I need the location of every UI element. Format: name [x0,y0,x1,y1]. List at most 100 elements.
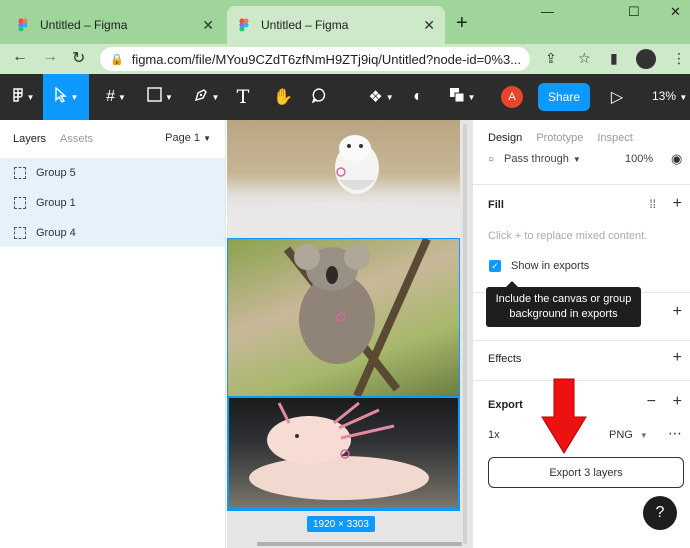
koala-photo-frame[interactable] [227,239,460,396]
red-arrow-annotation-icon [541,378,587,454]
layer-row[interactable]: Group 1 [0,188,225,218]
checkbox-checked-icon[interactable]: ✓ [489,260,501,272]
mask-button[interactable]: ◐ [405,74,431,120]
opacity-value[interactable]: 100% [625,153,653,165]
layer-name: Group 5 [36,167,76,179]
comment-tool-button[interactable] [305,74,333,120]
main-menu-button[interactable]: ▼ [4,74,42,120]
chevron-down-icon: ▼ [165,92,173,102]
chevron-down-icon: ▼ [639,431,648,440]
address-bar-row: ← → ↻ 🔒 figma.com/file/MYou9CZdT6zfNmH9Z… [0,44,690,74]
close-window-icon[interactable]: ✕ [670,4,681,20]
export-format-dropdown[interactable]: PNG ▼ [609,429,648,441]
tab-assets[interactable]: Assets [60,133,93,145]
tab-design[interactable]: Design [488,132,522,144]
browser-tab-2[interactable]: Untitled – Figma ✕ [227,6,445,44]
effects-title: Effects [488,353,522,365]
layers-panel: Layers Assets Page 1 ▼ Group 5 Group 1 G… [0,120,226,548]
tab-close-icon[interactable]: ✕ [202,17,214,34]
back-icon[interactable]: ← [12,48,28,66]
layer-row[interactable]: Group 5 [0,158,225,188]
blend-drop-icon: ○ [488,153,495,165]
frame-hash-icon: # [106,88,115,105]
reload-icon[interactable]: ↻ [72,48,85,68]
tab-layers[interactable]: Layers [13,133,46,145]
hand-tool-button[interactable]: ✋ [269,74,297,120]
more-options-icon[interactable]: ⋯ [668,425,682,442]
figma-toolbar: ▼ ▼ # ▼ ▼ ▼ T ✋ ❖ ▼ ◐ ▼ A Share ▷ 13% ▼ [0,74,690,120]
chevron-down-icon: ▼ [572,154,581,164]
vertical-scrollbar[interactable] [463,124,467,544]
eye-icon[interactable]: ◉ [671,151,682,167]
share-button[interactable]: Share [538,83,590,111]
styles-grid-icon[interactable]: ⁞⁞ [649,197,656,211]
figma-logo-icon [12,87,24,108]
tab-prototype[interactable]: Prototype [536,132,583,144]
present-button[interactable]: ▷ [605,74,629,120]
url-bar[interactable]: 🔒 figma.com/file/MYou9CZdT6zfNmH9ZTj9iq/… [100,47,530,71]
blend-mode-dropdown[interactable]: ○ Pass through ▼ [488,153,581,165]
pen-tool-button[interactable]: ▼ [186,74,226,120]
group-icon [14,197,26,209]
url-text: figma.com/file/MYou9CZdT6zfNmH9ZTj9iq/Un… [131,51,522,67]
zoom-dropdown[interactable]: 13% ▼ [652,89,687,103]
bookmark-star-icon[interactable]: ☆ [578,50,591,67]
canvas[interactable]: 1920 × 3303 [227,120,472,548]
side-panel-icon[interactable]: ▮ [610,50,618,67]
layer-name: Group 1 [36,197,76,209]
tab-title: Untitled – Figma [40,18,128,32]
user-avatar[interactable]: A [501,86,523,108]
contrast-circle-icon: ◐ [413,88,423,105]
move-tool-button[interactable]: ▼ [43,74,89,120]
component-diamond-icon: ❖ [368,89,383,106]
forward-icon[interactable]: → [42,48,58,66]
browser-tab-1[interactable]: Untitled – Figma ✕ [6,6,224,44]
owl-photo [227,135,460,239]
minimize-icon[interactable]: — [541,4,554,19]
boolean-squares-icon [449,87,465,108]
owl-photo-frame[interactable] [227,120,460,239]
pen-icon [193,87,209,108]
chevron-down-icon: ▼ [70,92,79,102]
chevron-down-icon: ▼ [26,92,35,102]
show-in-exports-row[interactable]: ✓ Show in exports [489,260,589,272]
group-icon [14,227,26,239]
axolotl-photo-frame[interactable] [227,396,460,510]
layer-list: Group 5 Group 1 Group 4 [0,158,225,247]
profile-avatar[interactable] [636,49,656,69]
help-button[interactable]: ? [643,496,677,530]
lock-icon: 🔒 [110,53,124,66]
browser-menu-icon[interactable]: ⋮ [672,50,686,67]
new-tab-button[interactable]: + [456,12,468,35]
play-icon: ▷ [610,89,624,106]
chevron-down-icon: ▼ [467,92,476,102]
tab-inspect[interactable]: Inspect [597,132,632,144]
layer-row[interactable]: Group 4 [0,218,225,248]
add-stroke-plus-icon[interactable]: + [673,303,682,321]
horizontal-scrollbar[interactable] [257,542,462,546]
add-fill-plus-icon[interactable]: + [673,195,682,213]
add-export-plus-icon[interactable]: + [673,393,682,411]
export-layers-button[interactable]: Export 3 layers [488,457,684,488]
boolean-button[interactable]: ▼ [443,74,481,120]
text-tool-button[interactable]: T [230,74,256,120]
page-selector[interactable]: Page 1 ▼ [165,132,211,144]
export-scale[interactable]: 1x [488,429,500,441]
tab-close-icon[interactable]: ✕ [423,17,435,34]
zoom-level: 13% [652,89,677,103]
maximize-icon[interactable]: ☐ [628,4,640,20]
fill-hint: Click + to replace mixed content. [488,230,648,242]
browser-tabstrip: Untitled – Figma ✕ Untitled – Figma ✕ + … [0,0,690,44]
axolotl-photo [249,401,429,500]
show-in-exports-label: Show in exports [511,260,590,272]
components-button[interactable]: ❖ ▼ [362,74,400,120]
fill-section: Fill ⁞⁞ + Click + to replace mixed conte… [473,184,690,292]
share-page-icon[interactable]: ⇪ [545,50,557,67]
effects-section: Effects + [473,340,690,380]
export-format-value: PNG [609,429,633,441]
add-effect-plus-icon[interactable]: + [673,349,682,367]
remove-export-minus-icon[interactable]: − [647,393,656,411]
tab-title: Untitled – Figma [261,18,349,32]
frame-tool-button[interactable]: # ▼ [96,74,136,120]
shape-tool-button[interactable]: ▼ [140,74,180,120]
